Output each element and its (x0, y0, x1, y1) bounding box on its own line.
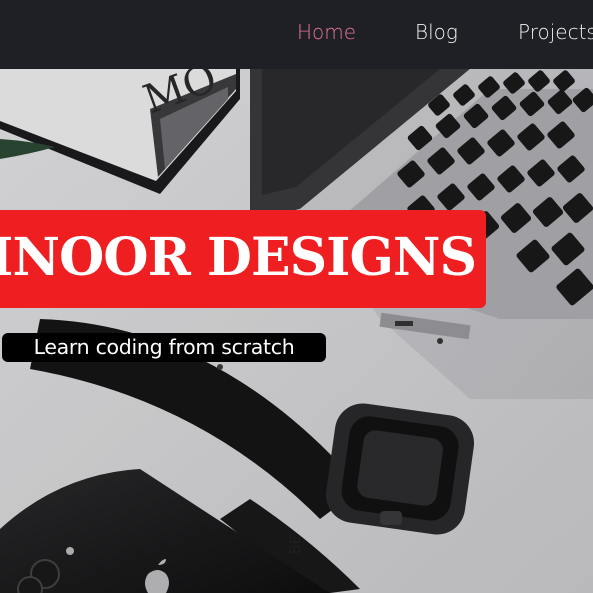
hero-overlay (0, 69, 593, 593)
hero-tagline: Learn coding from scratch (2, 333, 326, 362)
hero-section: MO BE (0, 69, 593, 593)
site-title: INOOR DESIGNS (0, 227, 477, 288)
nav-link-blog[interactable]: Blog (415, 20, 458, 44)
title-banner: INOOR DESIGNS (0, 210, 486, 308)
page: Home Blog Projects MO BE INOOR DESIGNS L… (0, 0, 593, 593)
nav-link-projects[interactable]: Projects (518, 20, 593, 44)
nav-link-home[interactable]: Home (297, 20, 356, 44)
top-navbar: Home Blog Projects (0, 0, 593, 69)
